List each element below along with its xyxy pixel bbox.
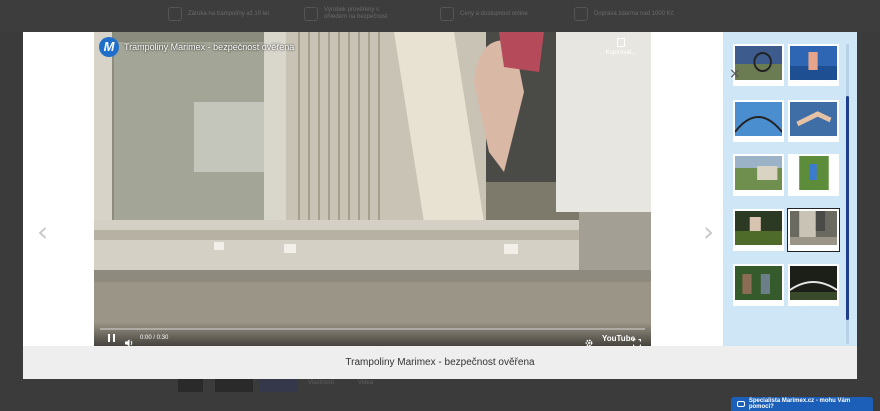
gallery-thumb[interactable] xyxy=(788,264,839,306)
channel-logo[interactable]: M xyxy=(99,37,119,57)
thumb-image xyxy=(790,211,837,245)
thumb-image xyxy=(790,46,837,80)
warranty-icon xyxy=(168,7,182,21)
gallery-thumb[interactable] xyxy=(788,44,839,86)
help-chat-button[interactable]: Specialista Marimex.cz - mohu Vám pomoci… xyxy=(731,397,873,411)
truck-icon xyxy=(574,7,588,21)
video-player[interactable]: M Trampoliny Marimex - bezpečnost ověřen… xyxy=(94,32,651,346)
thumb-image xyxy=(735,266,782,300)
gallery-thumb[interactable] xyxy=(733,209,784,251)
thumbnail-gallery xyxy=(723,32,857,346)
fullscreen-icon[interactable] xyxy=(632,334,642,346)
thumb-image xyxy=(790,156,837,190)
caption-bar: Trampoliny Marimex - bezpečnost ověřena xyxy=(23,346,857,379)
background-feature-4: Doprava zdarma nad 1000 Kč xyxy=(574,7,694,21)
prev-arrow[interactable]: ‹ xyxy=(37,218,48,246)
gallery-thumb[interactable] xyxy=(787,208,840,252)
gallery-scrollbar-thumb[interactable] xyxy=(846,96,849,320)
background-feature-1: Záruka na trampolíny až 10 let xyxy=(168,7,270,21)
thumb-image xyxy=(735,156,782,190)
background-thumb xyxy=(178,378,203,392)
close-icon[interactable]: × xyxy=(729,67,741,81)
gallery-scrollbar[interactable] xyxy=(846,44,849,344)
chat-icon xyxy=(737,401,745,407)
background-thumb xyxy=(215,378,253,392)
youtube-logo[interactable]: YouTube xyxy=(602,334,635,343)
thumb-image xyxy=(735,46,782,80)
gallery-thumb[interactable] xyxy=(788,100,839,142)
video-scene-image xyxy=(94,32,651,346)
modal-caption: Trampoliny Marimex - bezpečnost ověřena xyxy=(345,357,535,368)
gallery-thumb[interactable] xyxy=(788,154,839,196)
copy-link-button[interactable]: Kopírovat... xyxy=(600,38,642,56)
volume-icon[interactable] xyxy=(125,334,134,346)
next-arrow[interactable]: › xyxy=(703,218,714,246)
safety-icon xyxy=(304,7,318,21)
gallery-modal: ‹ › M Trampoliny Marimex - bezpečnost ov… xyxy=(23,32,857,379)
video-frame xyxy=(94,32,651,346)
video-title[interactable]: Trampoliny Marimex - bezpečnost ověřena xyxy=(124,42,294,52)
thumb-image xyxy=(790,266,837,300)
background-feature-2: Výrobek prověřený s ohledem na bezpečnos… xyxy=(304,7,396,21)
thumb-image xyxy=(735,102,782,136)
thumb-image xyxy=(790,102,837,136)
gallery-thumb[interactable] xyxy=(733,154,784,196)
gallery-thumb[interactable] xyxy=(733,100,784,142)
settings-gear-icon[interactable] xyxy=(585,334,593,346)
progress-bar[interactable] xyxy=(100,328,645,330)
thumb-image xyxy=(735,211,782,245)
price-icon xyxy=(440,7,454,21)
time-display: 0:00 / 0:30 xyxy=(140,335,169,341)
background-header-strip: Záruka na trampolíny až 10 let Výrobek p… xyxy=(0,0,880,32)
background-tab: Vlastnosti xyxy=(308,380,335,386)
background-thumb xyxy=(260,378,298,392)
background-tab: Videa xyxy=(358,380,374,386)
video-controls: 0:00 / 0:30 YouTube xyxy=(94,322,651,346)
gallery-thumb[interactable] xyxy=(733,264,784,306)
copy-icon xyxy=(617,38,625,47)
pause-icon[interactable] xyxy=(108,334,115,342)
background-feature-3: Ceny a dostupnost online xyxy=(440,7,530,21)
